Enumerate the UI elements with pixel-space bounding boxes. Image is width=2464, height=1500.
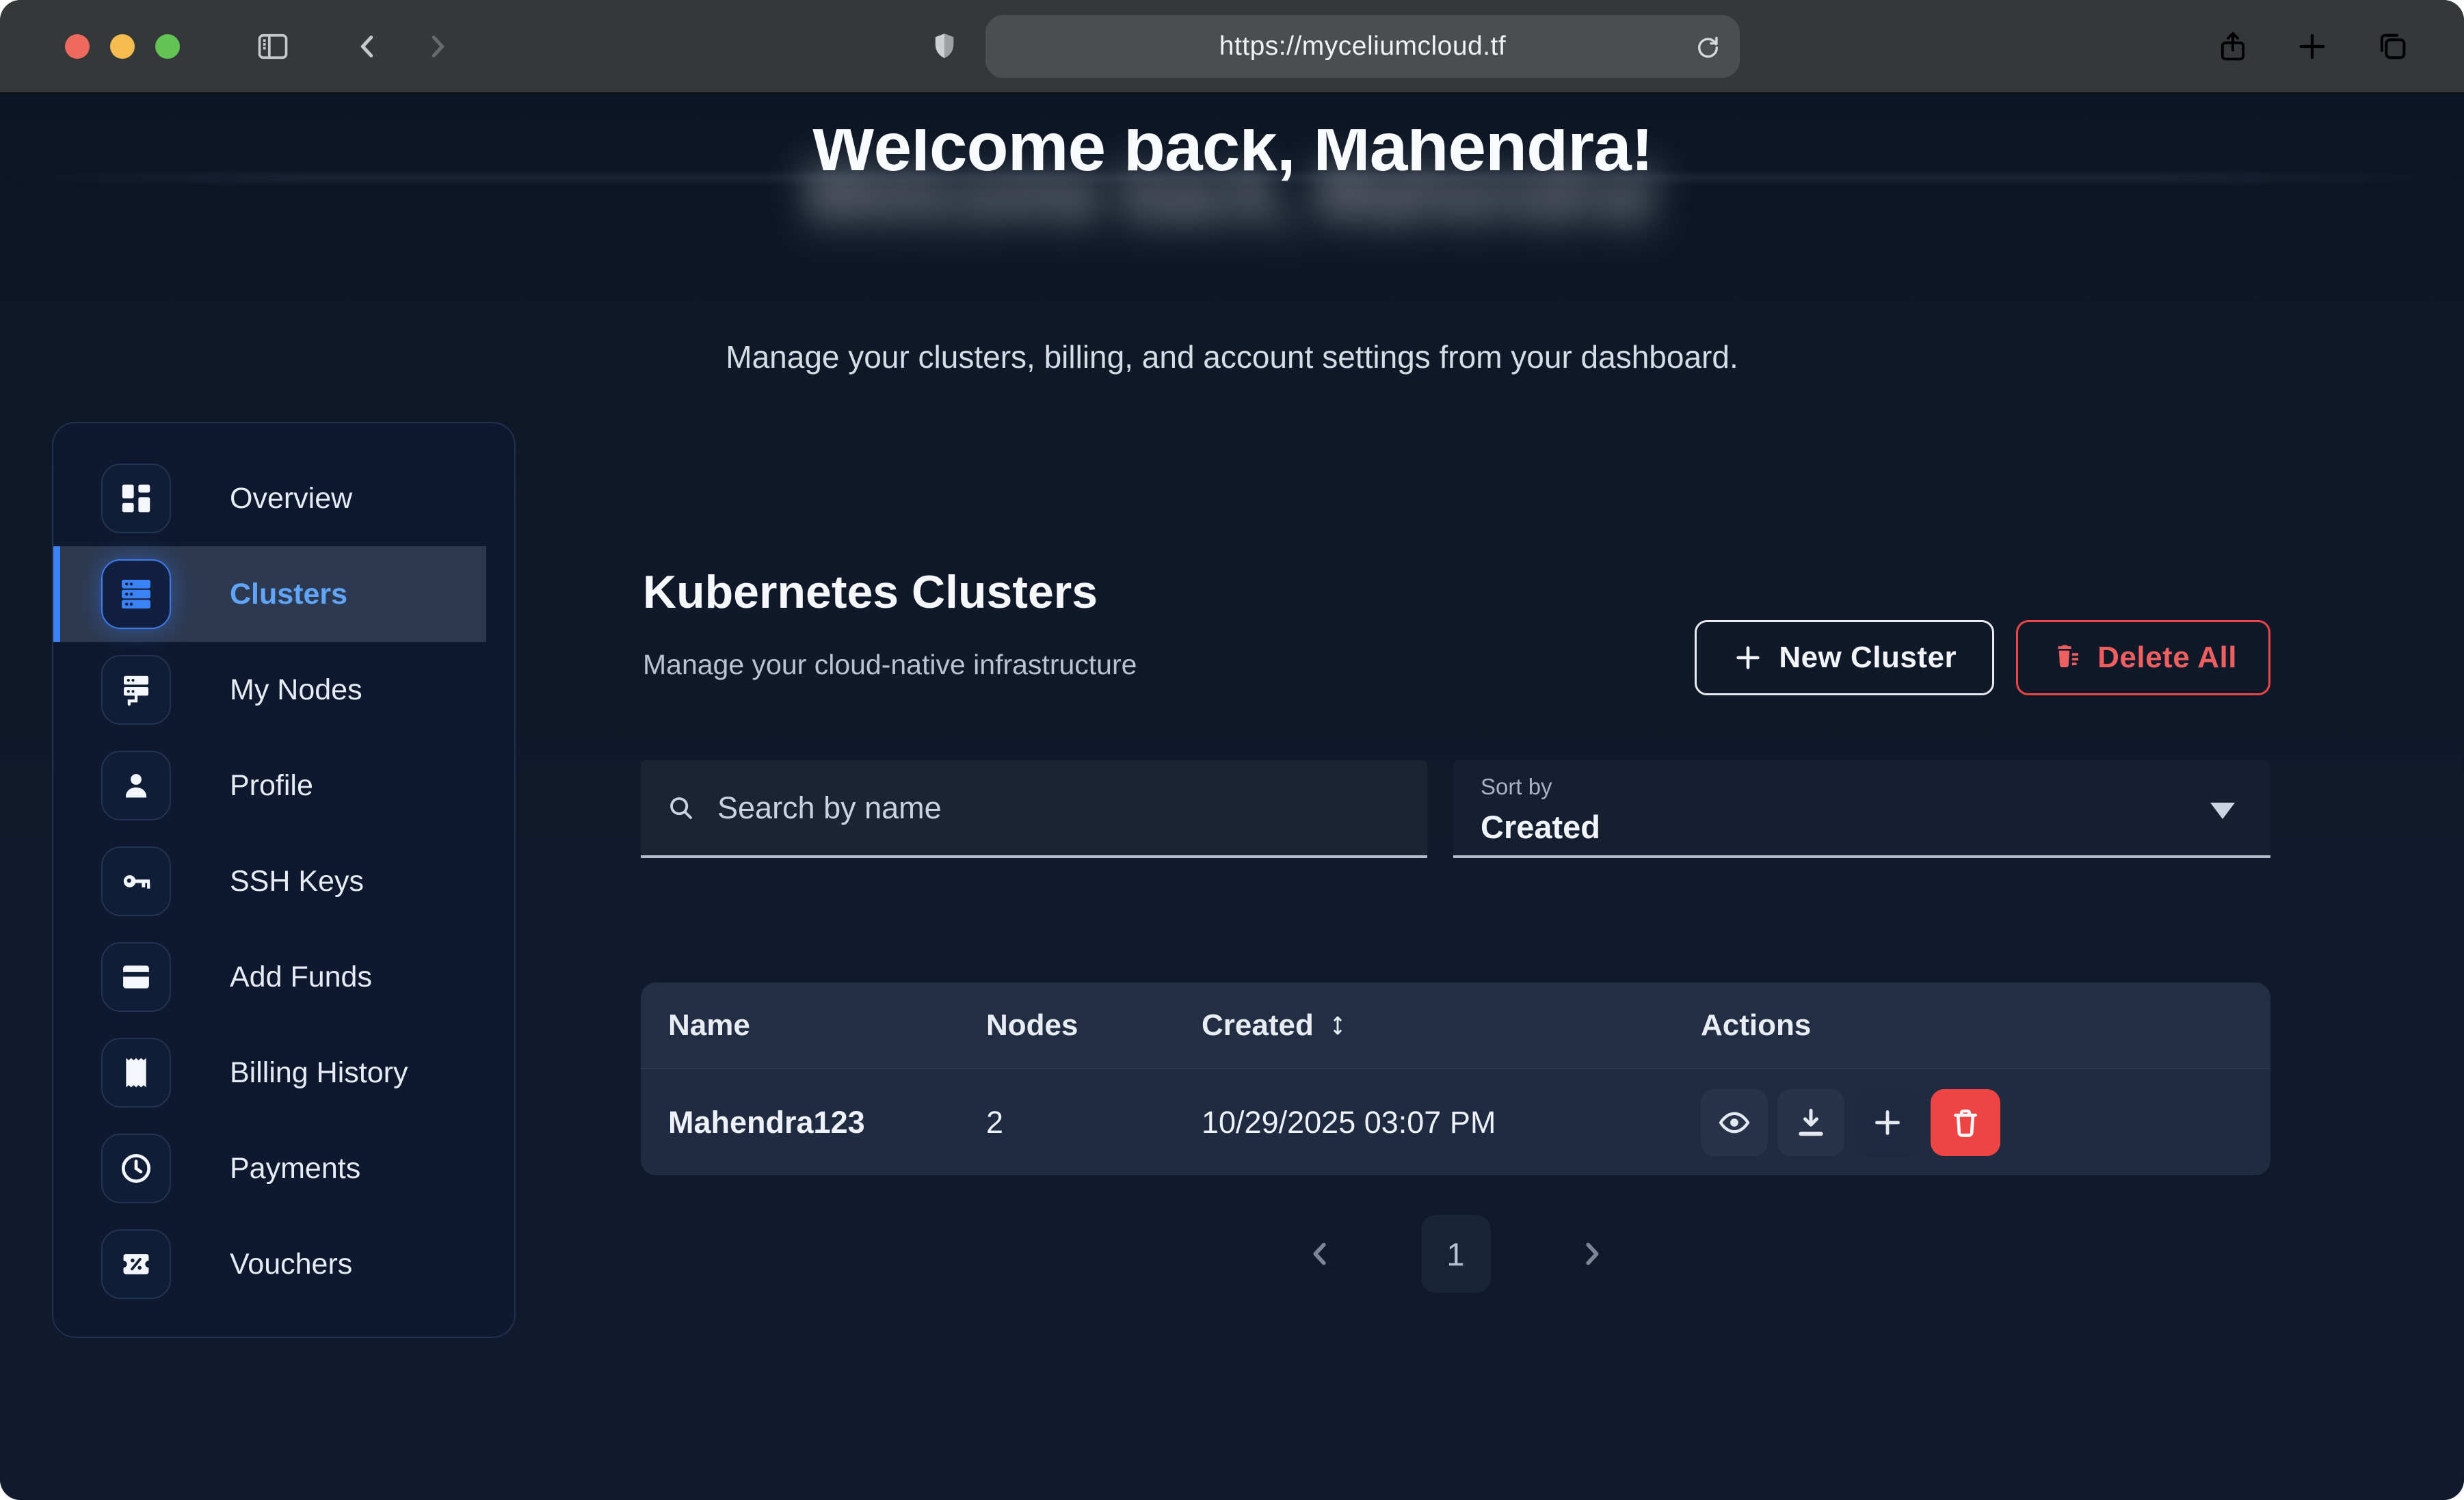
page-content: Welcome back, Mahendra! Welcome back, Ma… [0, 94, 2464, 1500]
new-tab-icon[interactable] [2294, 29, 2330, 64]
cluster-nodes: 2 [986, 1105, 1202, 1140]
welcome-title: Welcome back, Mahendra! [0, 129, 2464, 183]
header-nodes: Nodes [986, 1008, 1202, 1043]
ticket-percent-icon [101, 1229, 171, 1299]
cluster-created: 10/29/2025 03:07 PM [1202, 1105, 1701, 1140]
pagination: 1 [641, 1215, 2270, 1293]
trash-sweep-icon [2050, 641, 2082, 674]
new-cluster-label: New Cluster [1779, 641, 1957, 675]
sidebar-item-clusters[interactable]: Clusters [53, 546, 486, 642]
prev-page-button[interactable] [1301, 1237, 1340, 1270]
sort-label: Sort by [1481, 774, 2243, 800]
servers-icon [101, 559, 171, 629]
delete-all-label: Delete All [2097, 641, 2237, 675]
sidebar-item-label: My Nodes [230, 673, 362, 707]
next-page-button[interactable] [1572, 1237, 1611, 1270]
sidebar-item-billing-history[interactable]: Billing History [53, 1025, 514, 1121]
header-actions: Actions [1701, 1008, 2270, 1043]
sort-select[interactable]: Sort by Created [1453, 760, 2270, 858]
sidebar: Overview Clusters [52, 422, 516, 1338]
new-cluster-button[interactable]: New Cluster [1695, 620, 1994, 695]
sidebar-item-label: Profile [230, 769, 313, 803]
clock-icon [101, 1134, 171, 1203]
chevron-left-icon [1305, 1238, 1336, 1270]
sidebar-item-profile[interactable]: Profile [53, 738, 514, 833]
sidebar-item-ssh-keys[interactable]: SSH Keys [53, 833, 514, 929]
eye-icon [1717, 1105, 1752, 1140]
sidebar-item-label: Payments [230, 1152, 360, 1186]
header-name: Name [641, 1008, 986, 1043]
url-input[interactable] [1059, 31, 1665, 62]
page-number[interactable]: 1 [1421, 1215, 1491, 1293]
close-window-button[interactable] [65, 34, 90, 59]
trash-icon [1948, 1106, 1983, 1140]
table-row: Mahendra123 2 10/29/2025 03:07 PM [641, 1068, 2270, 1175]
plus-icon [1870, 1105, 1905, 1140]
cluster-name: Mahendra123 [641, 1105, 986, 1140]
sidebar-item-label: Clusters [230, 578, 347, 611]
delete-all-button[interactable]: Delete All [2016, 620, 2270, 695]
plus-icon [1732, 642, 1764, 673]
tab-overview-icon[interactable] [2374, 29, 2409, 64]
sort-value: Created [1481, 808, 2243, 846]
browser-window: Welcome back, Mahendra! Welcome back, Ma… [0, 0, 2464, 1500]
address-bar[interactable] [985, 15, 1740, 78]
layout-dashboard-icon [101, 464, 171, 533]
chevron-down-icon [2210, 803, 2235, 819]
sort-arrows-icon [1326, 1014, 1349, 1037]
privacy-shield-icon[interactable] [928, 30, 961, 63]
receipt-icon [101, 1038, 171, 1108]
sidebar-item-payments[interactable]: Payments [53, 1121, 514, 1216]
share-icon[interactable] [2215, 29, 2251, 64]
traffic-lights [65, 34, 180, 59]
download-icon [1793, 1105, 1829, 1140]
sidebar-toggle-icon[interactable] [255, 29, 291, 64]
search-field[interactable] [641, 760, 1427, 858]
sidebar-item-label: SSH Keys [230, 865, 364, 898]
sidebar-item-label: Add Funds [230, 961, 372, 994]
clusters-table: Name Nodes Created Actions Mahendra123 2… [641, 982, 2270, 1175]
section-subtitle: Manage your cloud-native infrastructure [643, 649, 1137, 681]
search-input[interactable] [716, 790, 1403, 827]
key-icon [101, 846, 171, 916]
back-button[interactable] [352, 31, 384, 62]
hero: Welcome back, Mahendra! [0, 129, 2464, 215]
download-kubeconfig-button[interactable] [1777, 1089, 1844, 1156]
search-icon [665, 792, 697, 824]
view-cluster-button[interactable] [1701, 1089, 1768, 1156]
sidebar-item-label: Billing History [230, 1056, 408, 1090]
header-created-sort[interactable]: Created [1202, 1008, 1701, 1043]
reload-icon[interactable] [1693, 32, 1722, 61]
zoom-window-button[interactable] [155, 34, 180, 59]
add-node-button[interactable] [1854, 1089, 1921, 1156]
browser-toolbar [0, 0, 2464, 94]
minimize-window-button[interactable] [110, 34, 135, 59]
chevron-right-icon [1576, 1238, 1607, 1270]
user-icon [101, 751, 171, 820]
wallet-icon [101, 942, 171, 1012]
header-created-label: Created [1202, 1008, 1314, 1043]
sidebar-item-label: Vouchers [230, 1248, 352, 1281]
sidebar-item-label: Overview [230, 482, 352, 515]
sidebar-item-overview[interactable]: Overview [53, 451, 514, 546]
sidebar-item-my-nodes[interactable]: My Nodes [53, 642, 514, 738]
table-header-row: Name Nodes Created Actions [641, 982, 2270, 1068]
sidebar-item-add-funds[interactable]: Add Funds [53, 929, 514, 1025]
sidebar-item-vouchers[interactable]: Vouchers [53, 1216, 514, 1312]
forward-button[interactable] [421, 31, 453, 62]
delete-cluster-button[interactable] [1931, 1089, 2000, 1156]
nodes-icon [101, 655, 171, 725]
welcome-subtitle: Manage your clusters, billing, and accou… [0, 338, 2464, 375]
section-title: Kubernetes Clusters [643, 565, 1098, 619]
